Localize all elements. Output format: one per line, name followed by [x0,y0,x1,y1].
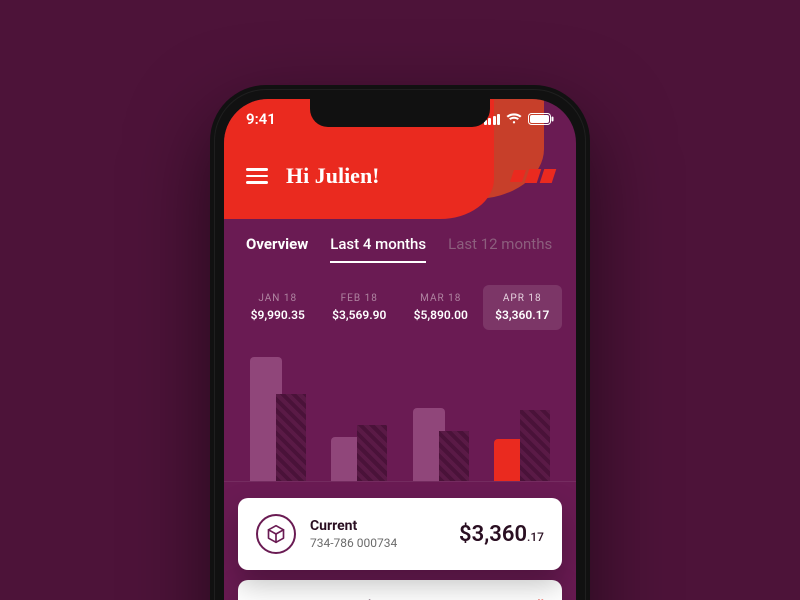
month-label: JAN 18 [242,293,314,304]
phone-frame: 9:41 [210,85,590,600]
brand-logo-icon [512,169,554,183]
tab-last-4-months[interactable]: Last 4 months [330,235,426,263]
spend-chart[interactable] [224,342,576,482]
month-value: $3,360.17 [487,308,559,322]
tab-overview[interactable]: Overview [246,235,308,263]
month-label: FEB 18 [324,293,396,304]
chart-bar-group[interactable] [487,410,559,481]
chart-bar-group[interactable] [324,425,396,481]
account-balance: $3,360.17 [459,522,544,547]
month-value: $3,569.90 [324,308,396,322]
balance-main: $3,360 [459,522,527,547]
month-strip: JAN 18 $9,990.35 FEB 18 $3,569.90 MAR 18… [224,263,576,336]
battery-icon [528,110,554,129]
chart-bar-secondary [276,394,306,481]
cube-icon [256,514,296,554]
menu-button[interactable] [246,168,268,184]
chart-bar-secondary [520,410,550,481]
chart-bar-group[interactable] [242,357,314,481]
chart-bar-group[interactable] [405,408,477,481]
account-text: Current 734-786 000734 [310,518,397,550]
month-item[interactable]: FEB 18 $3,569.90 [320,285,400,330]
screen: 9:41 [224,99,576,600]
status-time: 9:41 [246,110,276,128]
month-item-selected[interactable]: APR 18 $3,360.17 [483,285,563,330]
month-value: $5,890.00 [405,308,477,322]
month-label: MAR 18 [405,293,477,304]
month-item[interactable]: MAR 18 $5,890.00 [401,285,481,330]
month-value: $9,990.35 [242,308,314,322]
chart-bar-secondary [439,431,469,481]
month-item[interactable]: JAN 18 $9,990.35 [238,285,318,330]
balance-cents: .17 [527,530,544,544]
page-background: 9:41 [0,0,800,600]
status-icons [484,110,555,129]
wifi-icon [506,110,522,129]
transactions-title: Latest Transactions [256,596,398,600]
transactions-card[interactable]: Latest Transactions see all [238,580,562,600]
month-label: APR 18 [487,293,559,304]
account-card[interactable]: Current 734-786 000734 $3,360.17 [238,498,562,570]
greeting: Hi Julien! [286,163,380,189]
account-title: Current [310,518,397,534]
tab-last-12-months[interactable]: Last 12 months [448,235,552,263]
chart-bar-secondary [357,425,387,481]
account-number: 734-786 000734 [310,536,397,550]
device-notch [310,99,490,127]
header-row: Hi Julien! [224,151,576,201]
